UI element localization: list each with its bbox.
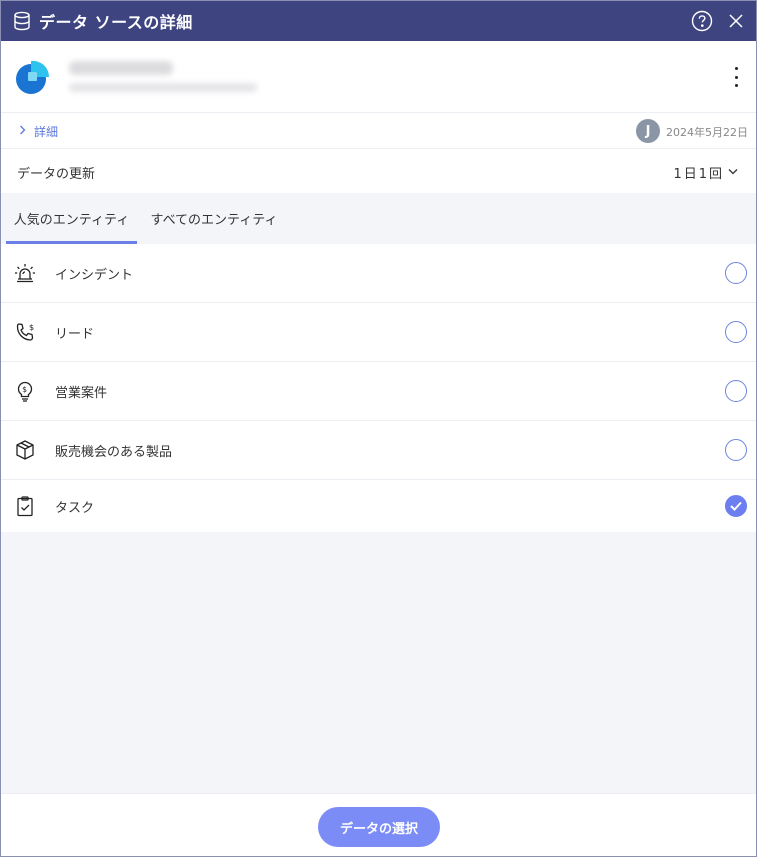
entity-label: 販売機会のある製品 xyxy=(55,444,173,460)
svg-text:$: $ xyxy=(22,385,27,394)
tab-popular-entities[interactable]: 人気のエンティティ xyxy=(6,193,137,244)
tab-all-entities[interactable]: すべてのエンティティ xyxy=(149,193,279,244)
kebab-menu-icon[interactable] xyxy=(728,67,744,87)
dynamics-logo-icon xyxy=(15,59,51,95)
dialog-title: データ ソースの詳細 xyxy=(39,13,193,32)
avatar: J xyxy=(636,119,660,143)
svg-text:$: $ xyxy=(29,323,34,332)
close-icon[interactable] xyxy=(724,9,748,33)
database-icon xyxy=(11,10,33,32)
entity-radio-checked[interactable] xyxy=(725,495,747,517)
entity-label: 営業案件 xyxy=(55,385,108,401)
title-bar: データ ソースの詳細 xyxy=(1,1,756,41)
refresh-frequency-value: 1日1回 xyxy=(673,167,724,182)
list-item[interactable]: 販売機会のある製品 xyxy=(1,421,756,480)
phone-dollar-icon: $ xyxy=(13,320,37,344)
clipboard-check-icon xyxy=(13,494,37,518)
entity-radio[interactable] xyxy=(725,439,747,461)
refresh-frequency-dropdown[interactable]: 1日1回 xyxy=(673,163,738,182)
dialog: データ ソースの詳細 詳細 J 2024年5月22日 データの更新 1日1回 人… xyxy=(0,0,757,857)
entity-radio[interactable] xyxy=(725,380,747,402)
entity-label: インシデント xyxy=(55,267,134,283)
details-label: 詳細 xyxy=(34,125,59,139)
entity-label: タスク xyxy=(55,500,95,516)
source-name-redacted xyxy=(69,61,173,75)
list-item[interactable]: $ 営業案件 xyxy=(1,362,756,421)
chevron-down-icon xyxy=(728,167,738,178)
source-url-redacted xyxy=(69,83,257,92)
modified-date: 2024年5月22日 xyxy=(666,126,748,139)
list-item[interactable]: $ リード xyxy=(1,303,756,362)
dialog-footer: データの選択 xyxy=(1,793,756,856)
list-item[interactable]: タスク xyxy=(1,480,756,532)
meta-row: 詳細 J 2024年5月22日 xyxy=(1,113,756,149)
data-refresh-row: データの更新 1日1回 xyxy=(1,149,756,193)
entity-radio[interactable] xyxy=(725,321,747,343)
entity-tabs: 人気のエンティティ すべてのエンティティ xyxy=(1,193,756,244)
data-source-header xyxy=(1,41,756,113)
details-link[interactable]: 詳細 xyxy=(19,123,58,140)
list-item[interactable]: インシデント xyxy=(1,244,756,303)
help-icon[interactable] xyxy=(690,9,714,33)
chevron-right-icon xyxy=(19,125,26,138)
select-data-button[interactable]: データの選択 xyxy=(318,807,440,847)
entity-list: インシデント $ リード $ 営業案件 販売機会のある製品 タスク xyxy=(1,244,756,532)
lightbulb-dollar-icon: $ xyxy=(13,379,37,403)
refresh-label: データの更新 xyxy=(17,167,96,182)
entity-radio[interactable] xyxy=(725,262,747,284)
entity-label: リード xyxy=(55,326,95,342)
box-icon xyxy=(13,438,37,462)
siren-icon xyxy=(13,261,37,285)
